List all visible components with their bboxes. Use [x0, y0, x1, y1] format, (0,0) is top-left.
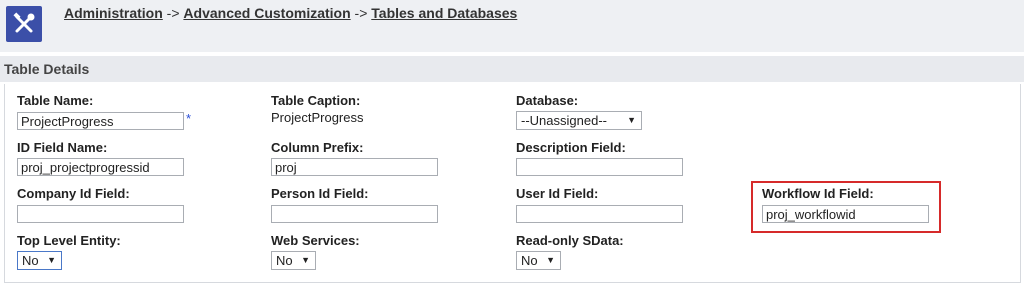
id-field-name-label: ID Field Name: [17, 140, 108, 155]
web-services-label: Web Services: [271, 233, 360, 248]
description-field-label: Description Field: [516, 140, 626, 155]
user-id-field-input[interactable] [516, 205, 683, 223]
person-id-field-label: Person Id Field: [271, 186, 369, 201]
workflow-id-field-label: Workflow Id Field: [762, 186, 874, 201]
id-field-name-input[interactable] [17, 158, 184, 176]
chevron-down-icon: ▼ [627, 115, 636, 125]
required-marker: * [186, 111, 192, 126]
readonly-sdata-selected-value: No [521, 253, 538, 268]
section-header: Table Details [0, 56, 1024, 82]
top-level-entity-label: Top Level Entity: [17, 233, 121, 248]
section-title: Table Details [4, 61, 90, 77]
readonly-sdata-select[interactable]: No ▼ [516, 251, 561, 270]
breadcrumb-tables-and-databases[interactable]: Tables and Databases [371, 5, 517, 21]
top-bar: Administration -> Advanced Customization… [0, 0, 1024, 52]
description-field-input[interactable] [516, 158, 683, 176]
breadcrumb-separator: -> [166, 5, 180, 21]
web-services-select[interactable]: No ▼ [271, 251, 316, 270]
database-select[interactable]: --Unassigned-- ▼ [516, 111, 642, 130]
breadcrumb-administration[interactable]: Administration [64, 5, 163, 21]
company-id-field-label: Company Id Field: [17, 186, 130, 201]
breadcrumb-advanced-customization[interactable]: Advanced Customization [183, 5, 350, 21]
table-name-label: Table Name: [17, 93, 94, 108]
breadcrumb-separator: -> [354, 5, 368, 21]
database-label: Database: [516, 93, 579, 108]
user-id-field-label: User Id Field: [516, 186, 599, 201]
breadcrumb: Administration -> Advanced Customization… [64, 5, 517, 21]
chevron-down-icon: ▼ [546, 255, 555, 265]
web-services-selected-value: No [276, 253, 293, 268]
workflow-id-field-input[interactable] [762, 205, 929, 223]
top-level-entity-select[interactable]: No ▼ [17, 251, 62, 270]
tools-icon [6, 6, 42, 42]
person-id-field-input[interactable] [271, 205, 438, 223]
column-prefix-label: Column Prefix: [271, 140, 364, 155]
readonly-sdata-label: Read-only SData: [516, 233, 624, 248]
table-name-input[interactable] [17, 112, 184, 130]
chevron-down-icon: ▼ [301, 255, 310, 265]
company-id-field-input[interactable] [17, 205, 184, 223]
table-caption-value: ProjectProgress [271, 110, 364, 125]
column-prefix-input[interactable] [271, 158, 438, 176]
top-level-entity-selected-value: No [22, 253, 39, 268]
table-caption-label: Table Caption: [271, 93, 361, 108]
chevron-down-icon: ▼ [47, 255, 56, 265]
database-selected-value: --Unassigned-- [521, 113, 607, 128]
